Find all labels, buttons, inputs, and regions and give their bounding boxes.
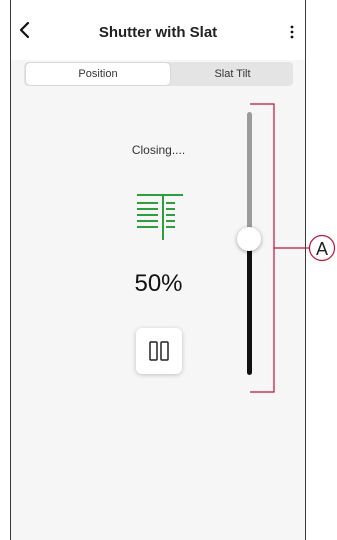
more-options-icon[interactable] — [287, 24, 297, 40]
pause-button[interactable] — [136, 328, 182, 374]
tab-slat-tilt[interactable]: Slat Tilt — [172, 63, 293, 85]
status-text: Closing.... — [131, 143, 186, 157]
slider-track-filled[interactable] — [247, 240, 252, 375]
phone-screen: Shutter with Slat Position Slat Tilt Clo… — [10, 0, 306, 540]
slider-thumb[interactable] — [237, 227, 261, 251]
shutter-icon — [137, 194, 183, 240]
slider-track-empty[interactable] — [247, 112, 252, 240]
position-percent: 50% — [134, 270, 183, 297]
app-header: Shutter with Slat — [11, 0, 305, 60]
segmented-tabs: Position Slat Tilt — [24, 62, 293, 86]
page-title: Shutter with Slat — [98, 24, 218, 41]
callout-label: A — [315, 239, 328, 259]
pause-icon — [149, 341, 169, 361]
tab-position[interactable]: Position — [26, 63, 170, 85]
